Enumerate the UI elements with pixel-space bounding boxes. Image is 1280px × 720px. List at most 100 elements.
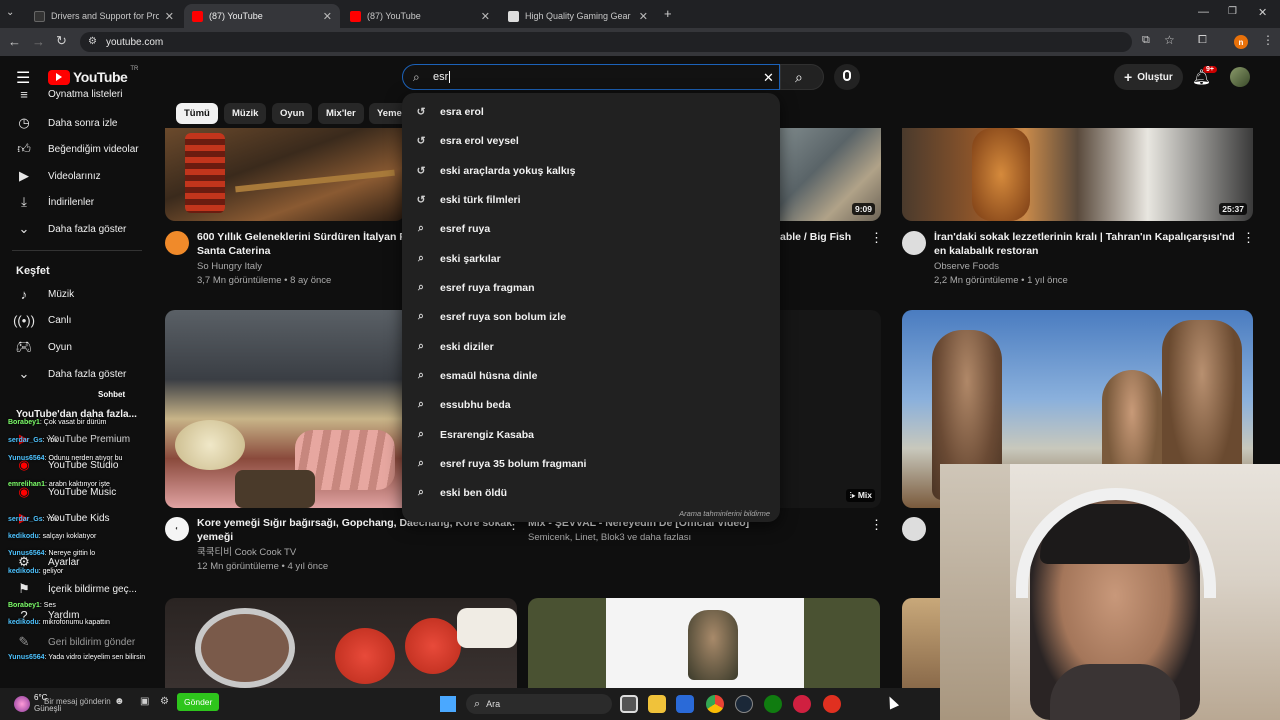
install-app-icon[interactable]: ⧉ xyxy=(1142,34,1150,47)
chat-badge-icon[interactable]: ▣ xyxy=(140,696,149,707)
browser-tab-4[interactable]: High Quality Gaming Gear – Hy ✕ xyxy=(500,4,656,28)
account-avatar[interactable] xyxy=(1230,67,1250,87)
browser-tab-1[interactable]: Drivers and Support for Process ✕ xyxy=(26,4,182,28)
emoji-icon[interactable]: ☻ xyxy=(114,696,125,707)
suggestion-item[interactable]: ⌕ esref ruya fragman xyxy=(402,273,780,302)
suggestion-item[interactable]: ⌕ Esrarengiz Kasaba xyxy=(402,420,780,449)
xbox-icon[interactable] xyxy=(764,695,782,713)
suggestion-item[interactable]: ⌕ eski şarkılar xyxy=(402,244,780,273)
tab-close-icon[interactable]: ✕ xyxy=(481,10,490,23)
chip-music[interactable]: Müzik xyxy=(224,103,267,124)
video-title[interactable]: İran'daki sokak lezzetlerinin kralı | Ta… xyxy=(934,230,1234,258)
suggestion-item[interactable]: ⌕ esref ruya xyxy=(402,214,780,243)
browser-tab-2[interactable]: (87) YouTube ✕ xyxy=(184,4,340,28)
file-explorer-icon[interactable] xyxy=(648,695,666,713)
suggestion-item[interactable]: ↺ esra erol veysel xyxy=(402,126,780,155)
minimize-icon[interactable]: — xyxy=(1198,6,1209,18)
suggestion-item[interactable]: ⌕ essubhu beda xyxy=(402,390,780,419)
chrome-icon[interactable] xyxy=(706,695,724,713)
profile-avatar[interactable]: n xyxy=(1234,35,1248,49)
search-input[interactable]: ⌕ esr ✕ xyxy=(402,64,780,90)
steam-icon[interactable] xyxy=(735,695,753,713)
channel-name[interactable]: Observe Foods xyxy=(934,260,999,274)
video-thumbnail[interactable] xyxy=(528,598,880,688)
suggestion-item[interactable]: ⌕ esref ruya son bolum izle xyxy=(402,302,780,331)
channel-avatar[interactable] xyxy=(902,231,926,255)
voice-search-button[interactable] xyxy=(834,64,860,90)
youtube-logo[interactable]: YouTube TR xyxy=(48,66,138,85)
suggestion-item[interactable]: ⌕ esref ruya 35 bolum fragmani xyxy=(402,449,780,478)
tab-close-icon[interactable]: ✕ xyxy=(165,10,174,23)
video-more-icon[interactable]: ⋮ xyxy=(870,230,883,246)
video-more-icon[interactable]: ⋮ xyxy=(870,517,883,533)
sidebar-item-liked[interactable]: 👍︎ Beğendiğim videolar xyxy=(0,136,150,162)
game-app-icon[interactable] xyxy=(823,695,841,713)
sidebar-item-gaming[interactable]: 🎮︎ Oyun xyxy=(0,334,150,360)
browser-menu-icon[interactable]: ⋮ xyxy=(1262,33,1274,47)
suggestion-item[interactable]: ↺ eski araçlarda yokuş kalkış xyxy=(402,156,780,185)
channel-avatar[interactable]: ◐ xyxy=(165,517,189,541)
chip-food[interactable]: Yeme xyxy=(369,103,403,124)
extensions-icon[interactable]: ⧠ xyxy=(1198,34,1207,47)
chat-settings-gear-icon[interactable]: ⚙ xyxy=(160,696,169,707)
video-thumbnail[interactable] xyxy=(165,310,402,508)
suggestion-item[interactable]: ↺ eski türk filmleri xyxy=(402,185,780,214)
close-window-icon[interactable]: ✕ xyxy=(1258,6,1267,19)
suggestion-item[interactable]: ⌕ eski ben öldü xyxy=(402,478,780,507)
tab-close-icon[interactable]: ✕ xyxy=(639,10,648,23)
create-button[interactable]: + Oluştur xyxy=(1114,64,1183,90)
sidebar-item-report-history[interactable]: ⚑ İçerik bildirme geç... xyxy=(0,576,150,602)
video-more-icon[interactable]: ⋮ xyxy=(1242,230,1255,246)
reload-icon[interactable]: ↻ xyxy=(56,33,67,49)
channel-avatar[interactable] xyxy=(165,231,189,255)
store-icon[interactable] xyxy=(676,695,694,713)
channel-name[interactable]: 쿡쿡티비 Cook Cook TV xyxy=(197,546,296,560)
video-thumbnail[interactable]: 9:09 xyxy=(780,128,881,221)
video-title[interactable]: able / Big Fish xyxy=(780,230,851,244)
video-title[interactable]: 600 Yıllık Geleneklerini Sürdüren İtalya… xyxy=(197,230,403,258)
app-icon[interactable] xyxy=(793,695,811,713)
taskbar-search[interactable]: ⌕ Ara xyxy=(466,694,612,714)
site-info-icon[interactable]: ⚙ xyxy=(88,36,97,47)
video-thumbnail[interactable]: 25:37 xyxy=(902,128,1253,221)
sidebar-item-watch-later[interactable]: ◷ Daha sonra izle xyxy=(0,110,150,136)
sidebar-item-downloads[interactable]: ⤓ İndirilenler xyxy=(0,189,150,215)
channel-avatar[interactable] xyxy=(902,517,926,541)
chip-gaming[interactable]: Oyun xyxy=(272,103,313,124)
sidebar-item-music[interactable]: ♪ Müzik xyxy=(0,281,150,307)
channel-name[interactable]: Semicenk, Linet, Blok3 ve daha fazlası xyxy=(528,531,691,545)
chat-input[interactable]: Bir mesaj gönderin xyxy=(44,697,111,706)
video-thumbnail[interactable] xyxy=(165,128,405,221)
report-predictions-link[interactable]: Arama tahminlerini bildirme xyxy=(679,509,770,518)
chip-all[interactable]: Tümü xyxy=(176,103,218,124)
new-tab-icon[interactable]: + xyxy=(664,6,672,21)
video-thumbnail[interactable]: ⫶▸ Mix xyxy=(780,310,881,508)
forward-icon[interactable]: → xyxy=(32,34,45,49)
video-thumbnail[interactable] xyxy=(165,598,517,688)
sidebar-item-your-videos[interactable]: ▶ Videolarınız xyxy=(0,163,150,189)
tab-close-icon[interactable]: ✕ xyxy=(323,10,332,23)
search-button[interactable]: ⌕ xyxy=(780,64,824,90)
clear-search-icon[interactable]: ✕ xyxy=(763,70,774,86)
sidebar-item-feedback[interactable]: ✎ Geri bildirim gönder xyxy=(0,629,150,655)
bookmark-star-icon[interactable]: ☆ xyxy=(1164,33,1175,47)
chat-send-button[interactable]: Gönder xyxy=(177,693,220,711)
back-icon[interactable]: ← xyxy=(8,34,21,49)
suggestion-item[interactable]: ⌕ esmaül hüsna dinle xyxy=(402,361,780,390)
sidebar-explore-show-more[interactable]: ⌄ Daha fazla göster xyxy=(0,361,150,387)
windows-start-icon[interactable] xyxy=(440,696,456,712)
tab-search-icon[interactable]: ⌄ xyxy=(6,7,14,18)
chip-mixes[interactable]: Mix'ler xyxy=(318,103,364,124)
suggestion-item[interactable]: ↺ esra erol xyxy=(402,97,780,126)
channel-name[interactable]: So Hungry Italy xyxy=(197,260,262,274)
sidebar-item-playlists[interactable]: ≡ Oynatma listeleri xyxy=(0,84,150,104)
weather-icon[interactable] xyxy=(14,696,30,712)
sidebar-item-live[interactable]: ((•)) Canlı xyxy=(0,307,150,333)
browser-tab-3[interactable]: (87) YouTube ✕ xyxy=(342,4,498,28)
task-view-icon[interactable] xyxy=(620,695,638,713)
sidebar-show-more[interactable]: ⌄ Daha fazla göster xyxy=(0,216,150,242)
video-thumbnail[interactable] xyxy=(902,598,942,688)
address-bar[interactable]: ⚙ youtube.com xyxy=(80,32,1132,52)
maximize-icon[interactable]: ❐ xyxy=(1228,6,1237,17)
suggestion-item[interactable]: ⌕ eski diziler xyxy=(402,332,780,361)
